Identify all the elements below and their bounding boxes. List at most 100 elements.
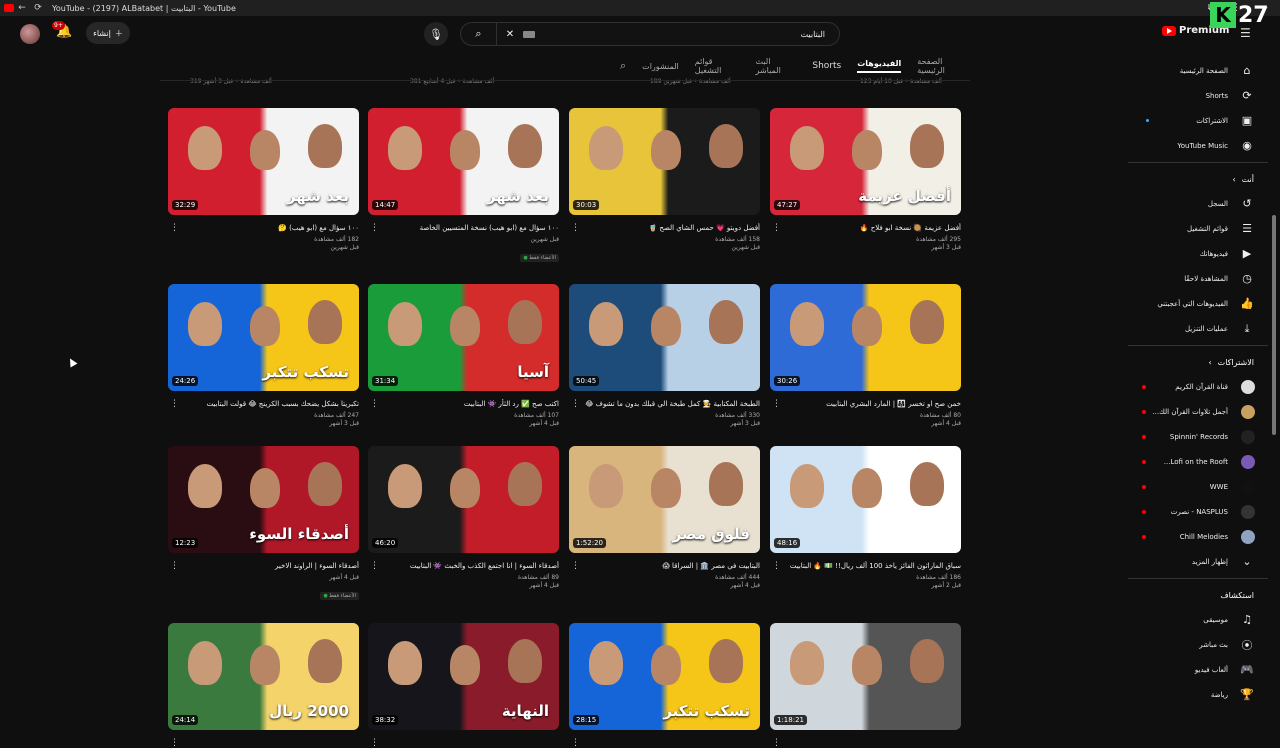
video-title[interactable]: الطبخة المكتابية 🧑‍🍳 كمل طبخة الي قبلك ب… xyxy=(569,399,760,409)
video-more-actions-icon[interactable]: ⋮ xyxy=(571,223,580,233)
video-title[interactable]: ١٠٠ سؤال مع (ابو هيب) نسخة المتسيين الخا… xyxy=(368,223,559,233)
video-card[interactable]: 30:03 أفضل دويتو 💗 حمس الشاي الصح 🧋 158 … xyxy=(569,108,760,251)
voice-search-mic-icon[interactable]: 🎙 xyxy=(424,22,448,46)
sidebar-item[interactable]: ◉ YouTube Music xyxy=(1128,133,1268,158)
video-more-actions-icon[interactable]: ⋮ xyxy=(370,561,379,571)
sidebar-explore-heading[interactable]: استكشاف xyxy=(1128,583,1268,607)
video-more-actions-icon[interactable]: ⋮ xyxy=(170,738,179,748)
video-title[interactable]: سباق الماراثون الفائز ياخذ 100 ألف ريال!… xyxy=(770,561,961,571)
sidebar-subscription[interactable]: WWE xyxy=(1128,474,1268,499)
video-more-actions-icon[interactable]: ⋮ xyxy=(772,223,781,233)
sidebar-subscription[interactable]: Lofi on the Rooft... xyxy=(1128,449,1268,474)
video-card[interactable]: بعد شهر 14:47 ١٠٠ سؤال مع (ابو هيب) نسخة… xyxy=(368,108,559,263)
video-thumbnail[interactable]: آسيا 31:34 xyxy=(368,284,559,391)
video-thumbnail[interactable]: النهاية 38:32 xyxy=(368,623,559,730)
search-input[interactable] xyxy=(535,29,839,39)
sidebar-item[interactable]: ⌂ الصفحة الرئيسية xyxy=(1128,58,1268,83)
video-more-actions-icon[interactable]: ⋮ xyxy=(170,399,179,409)
video-more-actions-icon[interactable]: ⋮ xyxy=(772,561,781,571)
video-thumbnail[interactable]: تسكب تتكبر 24:26 xyxy=(168,284,359,391)
sidebar-item[interactable]: 🏆 رياضة xyxy=(1128,682,1268,707)
video-title[interactable]: اكتب صح ✅ رد الثأر 👾 البتابيت xyxy=(368,399,559,409)
hamburger-menu-icon[interactable]: ☰ xyxy=(1240,26,1251,40)
video-card[interactable]: 48:16 سباق الماراثون الفائز ياخذ 100 ألف… xyxy=(770,446,961,589)
tab-posts[interactable]: المنشورات xyxy=(642,62,679,71)
sidebar-item[interactable]: ⟳ Shorts xyxy=(1128,83,1268,108)
video-more-actions-icon[interactable]: ⋮ xyxy=(370,399,379,409)
sidebar-item[interactable]: 🎮 ألعاب فيديو xyxy=(1128,657,1268,682)
sidebar-item[interactable]: ↺ السجل xyxy=(1128,191,1268,216)
video-card[interactable]: 50:45 الطبخة المكتابية 🧑‍🍳 كمل طبخة الي … xyxy=(569,284,760,427)
video-card[interactable]: 30:26 خمن صح او تخسر 👨‍👩‍👧 | المارد البش… xyxy=(770,284,961,427)
video-card[interactable]: أفضل عزيمة 47:27 أفضل عزيمة 🥘 نسخة ابو ف… xyxy=(770,108,961,251)
sidebar-scrollbar[interactable] xyxy=(1272,215,1276,435)
tab-shorts[interactable]: Shorts xyxy=(812,61,841,71)
video-card[interactable]: تسكب تتكبر 28:15 ⋮ xyxy=(569,623,760,748)
video-card[interactable]: 2000 ريال 24:14 ⋮ xyxy=(168,623,359,748)
video-thumbnail[interactable]: 2000 ريال 24:14 xyxy=(168,623,359,730)
video-more-actions-icon[interactable]: ⋮ xyxy=(170,223,179,233)
sidebar-item[interactable]: ⤓ عمليات التنزيل xyxy=(1128,316,1268,341)
video-more-actions-icon[interactable]: ⋮ xyxy=(772,738,781,748)
sidebar-subscription[interactable]: أجمل تلاوات القرآن الك... xyxy=(1128,399,1268,424)
video-title[interactable]: أفضل دويتو 💗 حمس الشاي الصح 🧋 xyxy=(569,223,760,233)
video-more-actions-icon[interactable]: ⋮ xyxy=(571,561,580,571)
video-card[interactable]: فلوق مصر 1:52:20 البتابيت في مصر 🏛️ | ال… xyxy=(569,446,760,589)
video-more-actions-icon[interactable]: ⋮ xyxy=(370,738,379,748)
notifications-bell-icon[interactable]: 🔔 9+ xyxy=(52,21,74,42)
video-more-actions-icon[interactable]: ⋮ xyxy=(571,399,580,409)
video-thumbnail[interactable]: 50:45 xyxy=(569,284,760,391)
video-title[interactable]: أصدقاء السوء | انا اجتمع الكذب والخبث 👾 … xyxy=(368,561,559,571)
video-thumbnail[interactable]: بعد شهر 32:29 xyxy=(168,108,359,215)
video-thumbnail[interactable]: بعد شهر 14:47 xyxy=(368,108,559,215)
video-card[interactable]: بعد شهر 32:29 ١٠٠ سؤال مع (ابو هيب) 🤔 18… xyxy=(168,108,359,251)
sidebar-item[interactable]: ♫ موسيقى xyxy=(1128,607,1268,632)
video-thumbnail[interactable]: تسكب تتكبر 28:15 xyxy=(569,623,760,730)
video-card[interactable]: النهاية 38:32 ⋮ xyxy=(368,623,559,748)
tab-live[interactable]: البث المباشر xyxy=(756,57,797,75)
video-thumbnail[interactable]: 30:26 xyxy=(770,284,961,391)
back-icon[interactable]: ← xyxy=(14,3,30,13)
video-thumbnail[interactable]: 1:18:21 xyxy=(770,623,961,730)
video-title[interactable]: أفضل عزيمة 🥘 نسخة ابو فلاح 🔥 xyxy=(770,223,961,233)
video-card[interactable]: أصدقاء السوء 12:23 أصدقاء السوء | الراون… xyxy=(168,446,359,601)
video-more-actions-icon[interactable]: ⋮ xyxy=(571,738,580,748)
video-card[interactable]: 1:18:21 ⋮ xyxy=(770,623,961,748)
account-avatar[interactable] xyxy=(20,24,40,44)
create-button[interactable]: إنشاء ＋ xyxy=(86,22,130,44)
video-title[interactable]: البتابيت في مصر 🏛️ | السراقا 😱 xyxy=(569,561,760,571)
sidebar-item[interactable]: ☰ قوائم التشغيل xyxy=(1128,216,1268,241)
clear-search-icon[interactable]: ✕ xyxy=(501,29,519,40)
video-more-actions-icon[interactable]: ⋮ xyxy=(170,561,179,571)
video-title[interactable]: أصدقاء السوء | الراوند الاخير xyxy=(168,561,359,571)
video-thumbnail[interactable]: أفضل عزيمة 47:27 xyxy=(770,108,961,215)
video-more-actions-icon[interactable]: ⋮ xyxy=(772,399,781,409)
video-title[interactable]: ١٠٠ سؤال مع (ابو هيب) 🤔 xyxy=(168,223,359,233)
sidebar-item[interactable]: ▣ الاشتراكات xyxy=(1128,108,1268,133)
channel-search-icon[interactable]: ⌕ xyxy=(620,59,626,73)
sidebar-item[interactable]: ⦿ بث مباشر xyxy=(1128,632,1268,657)
sidebar-subscription[interactable]: Spinnin' Records xyxy=(1128,424,1268,449)
sidebar-subscription[interactable]: قناة القرآن الكريم xyxy=(1128,374,1268,399)
video-thumbnail[interactable]: 48:16 xyxy=(770,446,961,553)
video-card[interactable]: تسكب تتكبر 24:26 تكبريتا بشكل يضحك بسبب … xyxy=(168,284,359,427)
video-title[interactable]: تكبريتا بشكل يضحك بسبب الكرينج 😂 قولت ال… xyxy=(168,399,359,409)
sidebar-subscription[interactable]: NASPLUS - نصرت xyxy=(1128,499,1268,524)
video-title[interactable]: خمن صح او تخسر 👨‍👩‍👧 | المارد البشري الب… xyxy=(770,399,961,409)
video-more-actions-icon[interactable]: ⋮ xyxy=(370,223,379,233)
video-thumbnail[interactable]: أصدقاء السوء 12:23 xyxy=(168,446,359,553)
sidebar-item[interactable]: ▶ فيديوهاتك xyxy=(1128,241,1268,266)
tab-home[interactable]: الصفحة الرئيسية xyxy=(917,57,970,75)
reload-icon[interactable]: ⟳ xyxy=(30,3,46,13)
video-thumbnail[interactable]: 46:20 xyxy=(368,446,559,553)
sidebar-item[interactable]: 👍 الفيديوهات التي أعجبتني xyxy=(1128,291,1268,316)
video-thumbnail[interactable]: فلوق مصر 1:52:20 xyxy=(569,446,760,553)
sidebar-you-heading[interactable]: أنت › xyxy=(1128,167,1268,191)
video-card[interactable]: آسيا 31:34 اكتب صح ✅ رد الثأر 👾 البتابيت… xyxy=(368,284,559,427)
sidebar-item[interactable]: ◷ المشاهدة لاحقًا xyxy=(1128,266,1268,291)
video-thumbnail[interactable]: 30:03 xyxy=(569,108,760,215)
tab-playlists[interactable]: قوائم التشغيل xyxy=(695,57,740,75)
keyboard-icon[interactable] xyxy=(523,30,535,38)
sidebar-subs-heading[interactable]: الاشتراكات › xyxy=(1128,350,1268,374)
tab-videos[interactable]: الفيديوهات xyxy=(857,59,902,73)
